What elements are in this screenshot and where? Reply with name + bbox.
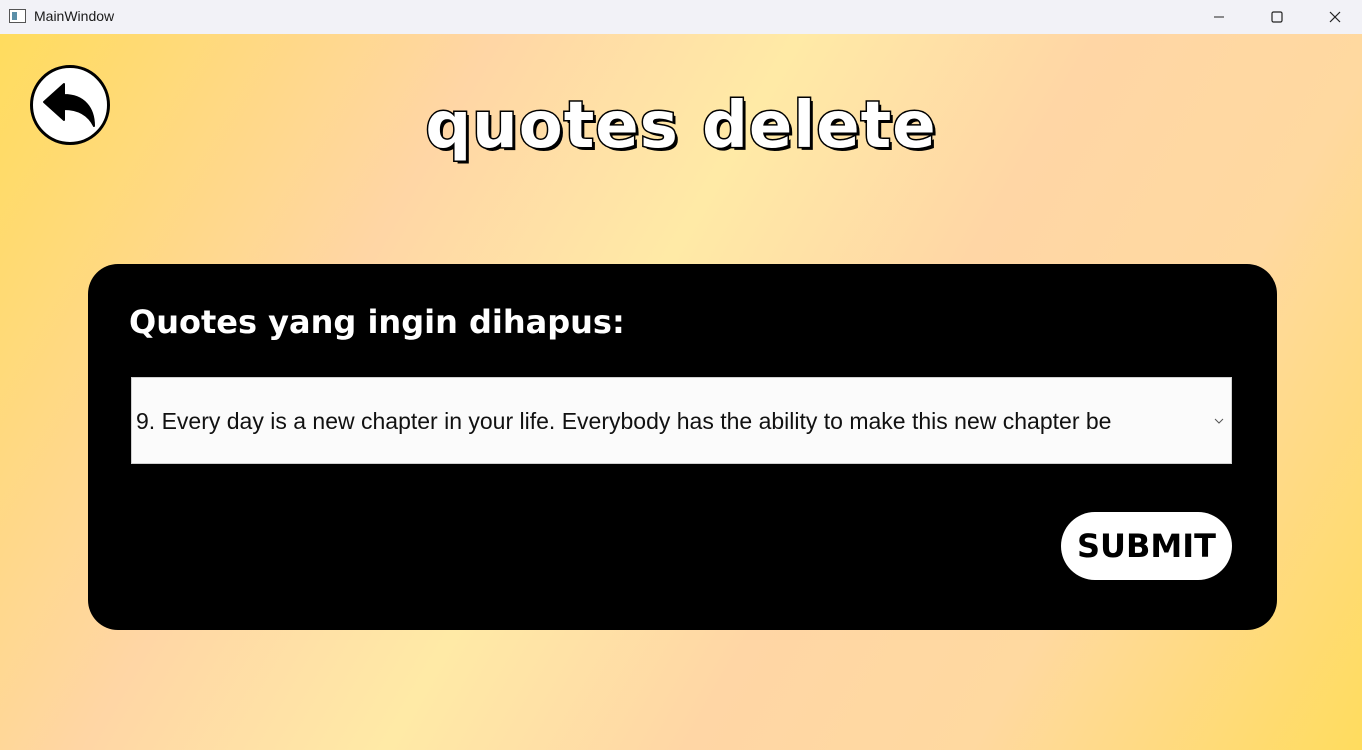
- chevron-down-icon: [1214, 418, 1224, 424]
- quote-select-value: 9. Every day is a new chapter in your li…: [136, 408, 1112, 434]
- window-title: MainWindow: [34, 8, 115, 24]
- content-area: quotes delete Quotes yang ingin dihapus:…: [0, 34, 1362, 750]
- maximize-button[interactable]: [1248, 0, 1306, 34]
- close-button[interactable]: [1306, 0, 1362, 34]
- main-window: MainWindow quotes delete Quotes yang ing…: [0, 0, 1362, 750]
- page-title: quotes delete: [424, 88, 937, 165]
- quote-select-label: Quotes yang ingin dihapus:: [129, 303, 625, 341]
- minimize-button[interactable]: [1190, 0, 1248, 34]
- app-icon: [9, 9, 26, 23]
- submit-button[interactable]: SUBMIT: [1061, 512, 1232, 580]
- minimize-icon: [1214, 16, 1224, 18]
- maximize-icon: [1271, 11, 1283, 23]
- quote-select-dropdown[interactable]: 9. Every day is a new chapter in your li…: [131, 377, 1232, 464]
- delete-form-panel: Quotes yang ingin dihapus: 9. Every day …: [88, 264, 1277, 630]
- close-icon: [1329, 11, 1341, 23]
- title-bar: MainWindow: [0, 0, 1362, 34]
